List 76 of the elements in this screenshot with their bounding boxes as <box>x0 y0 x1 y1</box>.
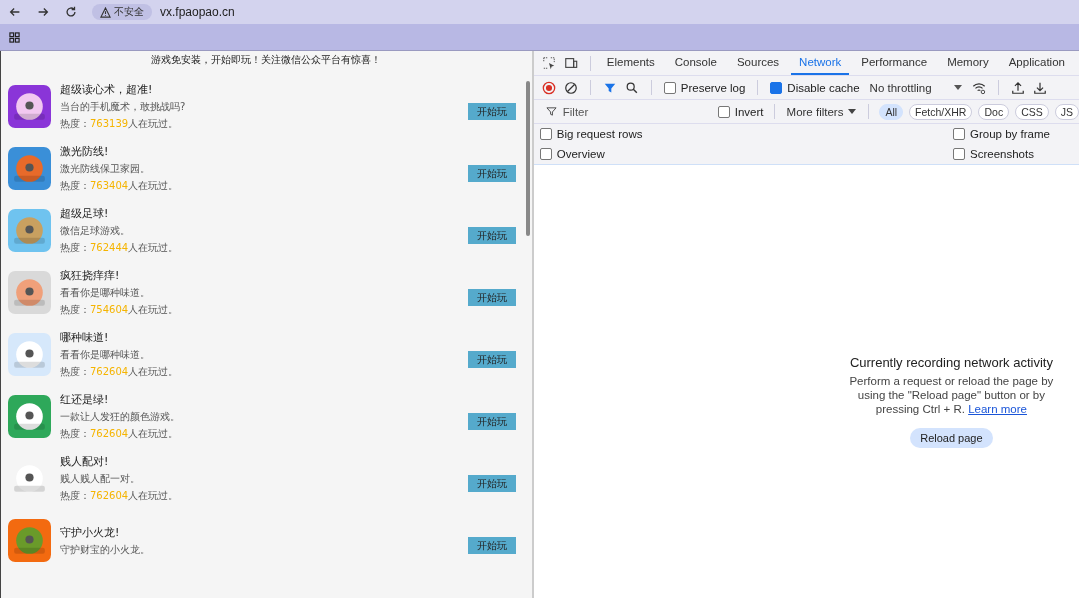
devtools-tab[interactable]: Application <box>1000 51 1073 75</box>
start-button[interactable]: 开始玩 <box>467 475 516 492</box>
caret-icon <box>848 109 857 114</box>
start-button[interactable]: 开始玩 <box>467 289 516 306</box>
game-title: 疯狂挠痒痒! <box>60 268 121 283</box>
back-icon[interactable] <box>8 5 22 19</box>
preserve-log-checkbox[interactable]: Preserve log <box>663 81 746 94</box>
type-filter-chip[interactable]: All <box>879 103 904 120</box>
option-checkbox[interactable]: Overview <box>539 148 660 160</box>
option-checkbox[interactable]: Big request rows <box>539 128 660 140</box>
start-button[interactable]: 开始玩 <box>467 413 516 430</box>
upload-icon[interactable] <box>1010 80 1025 95</box>
scrollbar-thumb[interactable] <box>525 81 530 236</box>
more-filters-dropdown[interactable]: More filters <box>784 105 859 118</box>
game-title: 贱人配对! <box>60 454 110 469</box>
game-description: 微信足球游戏。 <box>60 224 131 238</box>
device-icon[interactable] <box>563 56 578 70</box>
type-filter-chip[interactable]: Doc <box>978 103 1010 120</box>
type-filter-chip[interactable]: Fetch/XHR <box>909 103 973 120</box>
start-button[interactable]: 开始玩 <box>467 537 516 554</box>
filter-icon <box>545 106 557 117</box>
empty-state-title: Currently recording network activity <box>848 355 1054 370</box>
devtools-tab[interactable]: Sources <box>728 51 788 75</box>
devtools-tab[interactable]: Elements <box>598 51 663 75</box>
popularity-text: 热度：754604人在玩过。 <box>60 303 180 317</box>
warning-icon <box>100 6 111 18</box>
forward-icon[interactable] <box>36 5 50 19</box>
popularity-text: 热度：763139人在玩过。 <box>60 117 180 131</box>
game-description: 当台的手机魔术，敢挑战吗? <box>60 100 187 114</box>
game-description: 看看你是哪种味道。 <box>60 348 151 362</box>
devtools-tab[interactable]: Console <box>666 51 725 75</box>
popularity-text: 热度：762604人在玩过。 <box>60 489 180 503</box>
start-button[interactable]: 开始玩 <box>467 227 516 244</box>
popularity-text: 热度：763404人在玩过。 <box>60 179 180 193</box>
game-description: 一款让人发狂的颜色游戏。 <box>60 410 181 424</box>
security-chip[interactable]: 不安全 <box>92 4 152 20</box>
filter-field[interactable]: Filter <box>560 104 705 119</box>
search-icon[interactable] <box>624 80 639 95</box>
inspect-icon[interactable] <box>541 56 556 70</box>
popularity-text: 热度：762444人在玩过。 <box>60 241 180 255</box>
game-title: 哪种味道! <box>60 330 110 345</box>
game-title: 超级足球! <box>60 206 110 221</box>
game-title: 激光防线! <box>60 144 110 159</box>
start-button[interactable]: 开始玩 <box>467 351 516 368</box>
popularity-text: 热度：762604人在玩过。 <box>60 427 180 441</box>
empty-state-text: Perform a request or reload the page by using the "Reload page" button or by pressing Ctrl + R. Learn more <box>848 374 1055 416</box>
option-checkbox[interactable]: Screenshots <box>953 148 1073 160</box>
learn-more-link[interactable]: Learn more <box>968 403 1027 415</box>
caret-icon <box>953 85 962 90</box>
start-button[interactable]: 开始玩 <box>467 165 516 182</box>
banner-text: 游戏免安装，开始即玩！关注微信公众平台有惊喜！ <box>150 53 383 67</box>
game-description: 激光防线保卫家园。 <box>60 162 151 176</box>
game-title: 守护小火龙! <box>60 524 121 540</box>
game-description: 守护财宝的小火龙。 <box>60 542 151 557</box>
game-title: 超级读心术，超准! <box>60 82 154 97</box>
disable-cache-checkbox[interactable]: Disable cache <box>770 81 860 94</box>
option-checkbox[interactable]: Group by frame <box>953 128 1073 140</box>
network-conditions-icon[interactable] <box>971 80 986 95</box>
record-icon[interactable] <box>541 80 556 95</box>
popularity-text: 热度：762604人在玩过。 <box>60 365 180 379</box>
reload-page-button[interactable]: Reload page <box>910 428 993 448</box>
reload-icon[interactable] <box>64 5 78 19</box>
download-icon[interactable] <box>1032 80 1047 95</box>
url-text: vx.fpaopao.cn <box>160 5 235 19</box>
game-description: 贱人贱人配一对。 <box>60 472 141 486</box>
start-button[interactable]: 开始玩 <box>467 103 516 120</box>
clear-icon[interactable] <box>563 80 578 95</box>
game-title: 红还是绿! <box>60 392 110 407</box>
type-filter-chip[interactable]: JS <box>1054 103 1079 120</box>
devtools-tab[interactable]: Memory <box>939 51 997 75</box>
throttling-dropdown[interactable]: No throttling <box>867 81 964 94</box>
invert-checkbox[interactable]: Invert <box>717 105 764 118</box>
apps-icon[interactable] <box>9 31 20 43</box>
type-filter-chip[interactable]: CSS <box>1015 103 1049 120</box>
game-description: 看看你是哪种味道。 <box>60 286 151 300</box>
devtools-tab[interactable]: Performance <box>853 51 936 75</box>
